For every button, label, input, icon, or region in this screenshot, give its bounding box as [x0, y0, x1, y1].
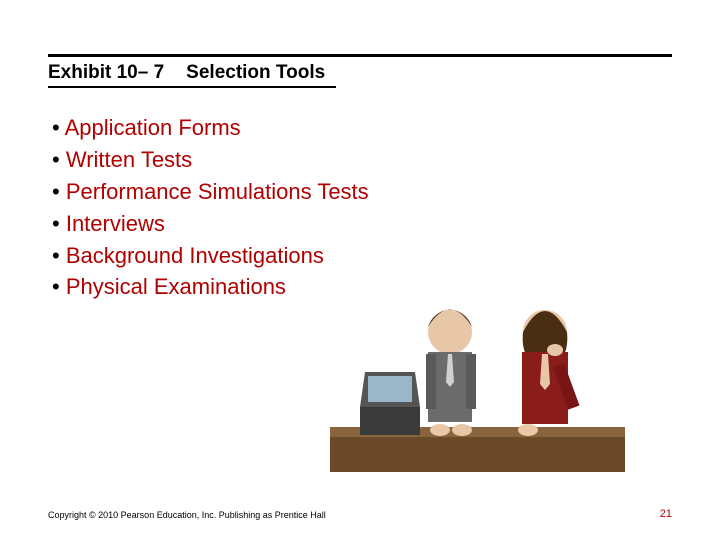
exhibit-heading: Selection Tools — [186, 62, 325, 83]
bullet-list: Application Forms Written Tests Performa… — [52, 112, 369, 303]
list-item: Background Investigations — [52, 240, 369, 272]
title-underline — [48, 86, 336, 88]
list-item: Interviews — [52, 208, 369, 240]
exhibit-number: Exhibit 10– 7 — [48, 62, 164, 83]
list-item: Physical Examinations — [52, 271, 369, 303]
page-number: 21 — [660, 508, 672, 520]
list-item: Performance Simulations Tests — [52, 176, 369, 208]
slide-title: Exhibit 10– 7 Selection Tools — [48, 62, 325, 84]
list-item: Application Forms — [52, 112, 369, 144]
interview-clipart-icon — [330, 272, 625, 482]
list-item: Written Tests — [52, 144, 369, 176]
copyright-text: Copyright © 2010 Pearson Education, Inc.… — [48, 510, 326, 520]
top-rule — [48, 54, 672, 57]
